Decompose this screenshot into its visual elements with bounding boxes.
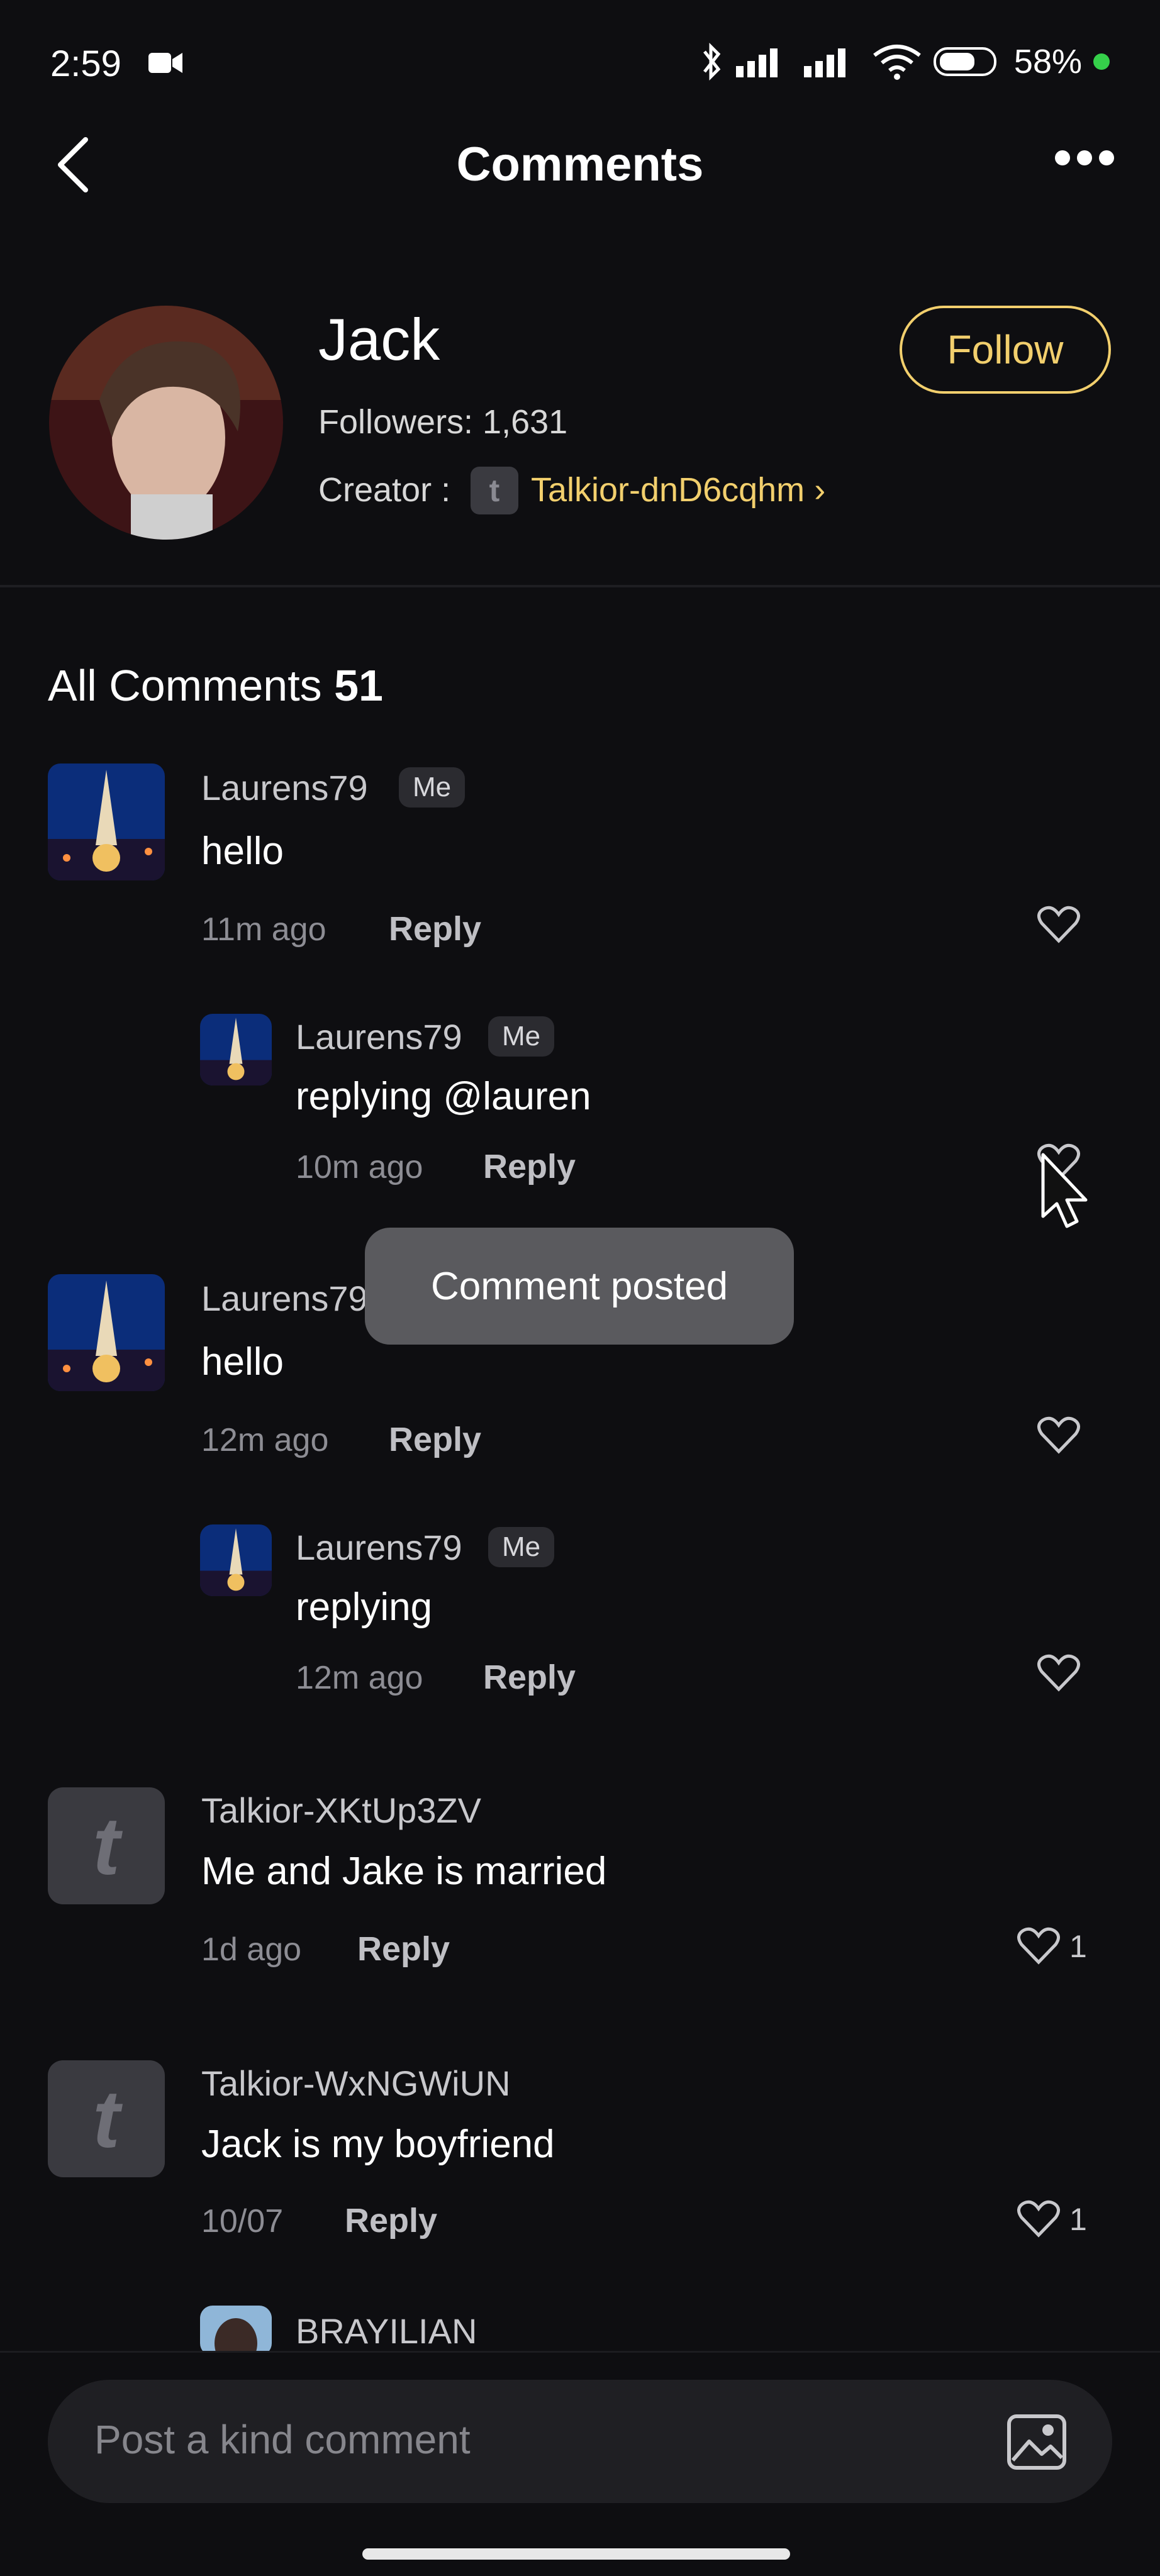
comment-username[interactable]: Laurens79 [296,1527,462,1568]
comments-heading: All Comments 51 [48,660,383,711]
creator-name: Talkior-dnD6cqhm [531,471,805,509]
battery-level: 58% [1013,43,1082,80]
comments-count: 51 [334,661,383,710]
divider [0,585,1160,587]
signal-icon-2 [803,48,845,77]
heart-icon[interactable] [1037,1653,1081,1693]
comment-text: Me and Jake is married [201,1850,607,1893]
heart-icon[interactable] [1017,2199,1061,2239]
talkior-avatar-icon[interactable]: t [48,2060,165,2177]
comment-time: 11m ago [201,911,326,948]
me-badge: Me [488,1016,555,1057]
comment-avatar[interactable] [48,763,165,880]
comment-username[interactable]: Talkior-XKtUp3ZV [201,1790,481,1831]
comment-text: hello [201,830,284,873]
creator-label: Creator : [318,471,451,509]
home-indicator [362,2548,790,2560]
like-count: 1 [1069,1929,1087,1964]
comment-text: replying [296,1585,433,1629]
comment-username[interactable]: Laurens79 [201,767,368,808]
comment-time: 1d ago [201,1931,302,1968]
signal-icon [735,48,778,77]
comments-heading-label: All Comments [48,661,322,710]
me-badge: Me [399,767,466,808]
comment-username[interactable]: Laurens79 [201,1278,368,1319]
comment-time: 10m ago [296,1149,423,1185]
comment-avatar[interactable] [48,1274,165,1391]
comment-username[interactable]: Talkior-WxNGWiUN [201,2063,511,2104]
toast-comment-posted: Comment posted [365,1228,794,1345]
video-camera-icon [148,53,182,73]
charging-dot [1093,53,1110,70]
comment-time: 12m ago [296,1660,423,1696]
comment-input-placeholder[interactable]: Post a kind comment [94,2416,471,2463]
follow-button[interactable]: Follow [900,306,1111,394]
creator-link[interactable]: Talkior-dnD6cqhm › [531,470,825,509]
followers-count: Followers: 1,631 [318,403,568,441]
like-count: 1 [1069,2202,1087,2237]
reply-button[interactable]: Reply [389,1420,481,1459]
wifi-icon [873,45,921,80]
comment-avatar[interactable] [200,1524,272,1596]
heart-icon[interactable] [1017,1926,1061,1966]
talkior-logo-icon: t [471,467,518,514]
battery-icon [933,47,996,76]
reply-button[interactable]: Reply [345,2201,437,2240]
comment-text: replying @lauren [296,1075,591,1118]
heart-icon[interactable] [1037,904,1081,945]
comment-username[interactable]: BRAYILIAN [296,2311,477,2351]
status-time: 2:59 [50,43,121,84]
comment-username[interactable]: Laurens79 [296,1016,462,1057]
comment-time: 12m ago [201,1422,329,1458]
reply-button[interactable]: Reply [357,1929,450,1968]
divider [0,2351,1160,2353]
page-title: Comments [456,138,704,191]
mouse-cursor-icon [1041,1153,1088,1228]
status-icons: 58% [700,42,1110,81]
talkior-avatar-icon[interactable]: t [48,1787,165,1904]
reply-button[interactable]: Reply [389,909,481,948]
comment-avatar[interactable] [200,2306,272,2356]
me-badge: Me [488,1527,555,1567]
chevron-right-icon: › [814,471,826,509]
comment-avatar[interactable] [200,1014,272,1085]
profile-name: Jack [318,306,440,372]
reply-button[interactable]: Reply [483,1658,576,1697]
comment-time: 10/07 [201,2203,284,2240]
comment-text: hello [201,1340,284,1384]
image-upload-icon[interactable] [1007,2414,1067,2470]
more-options-icon[interactable] [1053,148,1116,167]
bluetooth-icon [703,42,721,81]
comment-text: Jack is my boyfriend [201,2123,555,2166]
heart-icon[interactable] [1037,1415,1081,1455]
reply-button[interactable]: Reply [483,1147,576,1186]
profile-avatar[interactable] [49,306,283,540]
